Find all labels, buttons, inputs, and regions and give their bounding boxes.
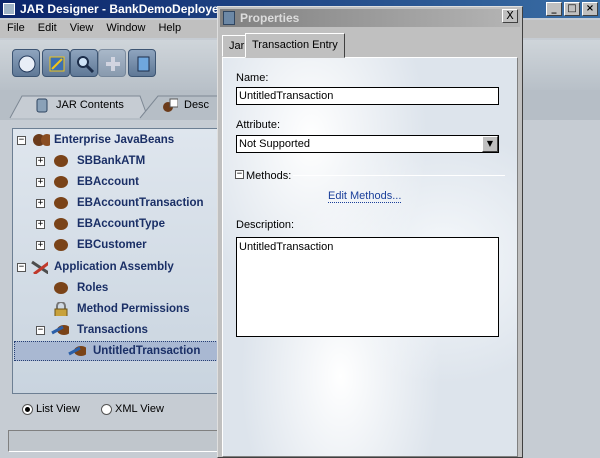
bean-icon: [54, 197, 68, 209]
tree-item-label: SBBankATM: [77, 155, 146, 167]
search-icon: [77, 56, 95, 74]
minimize-button[interactable]: _: [546, 2, 562, 16]
attribute-select[interactable]: Not Supported ▼: [236, 135, 499, 153]
tree-item-untitledtransaction[interactable]: UntitledTransaction: [14, 341, 219, 361]
transaction-icon: [68, 346, 86, 356]
tree-expander[interactable]: −: [17, 136, 26, 145]
bean-icon: [54, 282, 68, 294]
tree-item-transactions[interactable]: − Transactions: [14, 320, 219, 340]
window-title: JAR Designer - BankDemoDeployer: [20, 2, 224, 16]
menu-file[interactable]: File: [0, 20, 31, 38]
list-view-label[interactable]: List View: [36, 403, 80, 415]
tree-item-enterprise-javabeans[interactable]: − Enterprise JavaBeans: [14, 130, 219, 150]
tree-item-label: Application Assembly: [54, 261, 174, 273]
properties-icon: [223, 11, 235, 25]
name-field[interactable]: UntitledTransaction: [236, 87, 499, 105]
beans-icon: [33, 134, 50, 146]
document-button[interactable]: [128, 49, 156, 77]
methods-collapse-toggle[interactable]: −: [235, 170, 244, 179]
tree-item-label: EBAccount: [77, 176, 139, 188]
description-textarea[interactable]: UntitledTransaction: [236, 237, 499, 337]
transaction-icon: [51, 325, 69, 335]
tab-transaction-entry[interactable]: Transaction Entry: [245, 33, 345, 58]
search-button[interactable]: [70, 49, 98, 77]
tools-icon: [31, 260, 48, 274]
menu-window[interactable]: Window: [99, 20, 151, 38]
maximize-button[interactable]: □: [564, 2, 580, 16]
document-icon: [137, 56, 150, 72]
tree-item-ebaccount[interactable]: + EBAccount: [14, 172, 219, 192]
tree-item-application-assembly[interactable]: − Application Assembly: [14, 257, 219, 277]
tree-item-roles[interactable]: Roles: [14, 278, 219, 298]
tree-item-label: Roles: [77, 282, 109, 294]
attribute-value: Not Supported: [239, 138, 310, 150]
tree-item-method-permissions[interactable]: Method Permissions: [14, 299, 219, 319]
tree-item-label: Method Permissions: [77, 303, 190, 315]
tree-item-sbbankatm[interactable]: + SBBankATM: [14, 151, 219, 171]
tree-item-ebcustomer[interactable]: + EBCustomer: [14, 235, 219, 255]
refresh-button[interactable]: [42, 49, 70, 77]
tree-expander[interactable]: −: [17, 263, 26, 272]
edit-methods-link[interactable]: Edit Methods...: [328, 190, 402, 203]
tree-item-label: EBAccountTransaction: [77, 197, 204, 209]
tree-expander[interactable]: +: [36, 178, 45, 187]
methods-separator: [293, 175, 505, 176]
add-button[interactable]: [98, 49, 126, 77]
compass-icon: [18, 55, 36, 73]
properties-title: Properties: [240, 11, 300, 25]
bean-icon: [54, 239, 68, 251]
compass-button[interactable]: [12, 49, 40, 77]
properties-dialog: Properties X Jar Transaction Entry Name:…: [217, 6, 523, 458]
tree-expander[interactable]: +: [36, 199, 45, 208]
properties-title-bar[interactable]: Properties: [220, 9, 520, 27]
close-button[interactable]: ×: [582, 2, 598, 16]
descriptor-icon: [163, 98, 178, 112]
menu-view[interactable]: View: [63, 20, 100, 38]
menu-edit[interactable]: Edit: [31, 20, 63, 38]
plus-icon: [106, 57, 120, 71]
attribute-label: Attribute:: [236, 119, 281, 131]
bean-icon: [54, 218, 68, 230]
transaction-entry-panel: Name: UntitledTransaction Attribute: Not…: [222, 57, 518, 457]
app-icon: [3, 3, 15, 15]
tree-item-label: EBAccountType: [77, 218, 165, 230]
bean-icon: [54, 176, 68, 188]
jar-icon: [36, 98, 48, 113]
chevron-down-icon[interactable]: ▼: [482, 136, 498, 152]
bean-icon: [54, 155, 68, 167]
tab-descriptor-label: Desc: [184, 99, 210, 111]
menu-help[interactable]: Help: [151, 20, 187, 38]
tree-expander[interactable]: +: [36, 220, 45, 229]
xml-view-label[interactable]: XML View: [115, 403, 164, 415]
tab-descriptor[interactable]: Desc: [150, 94, 209, 118]
tree-item-ebaccounttransaction[interactable]: + EBAccountTransaction: [14, 193, 219, 213]
tab-jar-contents[interactable]: JAR Contents: [22, 94, 124, 118]
methods-label: Methods:: [246, 170, 292, 182]
tree-expander[interactable]: +: [36, 241, 45, 250]
tree-item-ebaccounttype[interactable]: + EBAccountType: [14, 214, 219, 234]
tab-jar-contents-label: JAR Contents: [56, 99, 124, 111]
status-bar: [8, 430, 238, 452]
tree-expander[interactable]: +: [36, 157, 45, 166]
tree-item-label: Enterprise JavaBeans: [54, 134, 175, 146]
name-label: Name:: [236, 72, 269, 84]
tree-item-label: UntitledTransaction: [93, 345, 201, 357]
description-label: Description:: [236, 219, 295, 231]
tree-item-label: Transactions: [77, 324, 148, 336]
tree-item-label: EBCustomer: [77, 239, 147, 251]
xml-view-radio[interactable]: [101, 404, 112, 415]
refresh-icon: [49, 56, 65, 72]
list-view-radio[interactable]: [22, 404, 33, 415]
lock-icon: [54, 302, 68, 316]
tree-expander[interactable]: −: [36, 326, 45, 335]
properties-close-button[interactable]: X: [502, 9, 518, 23]
